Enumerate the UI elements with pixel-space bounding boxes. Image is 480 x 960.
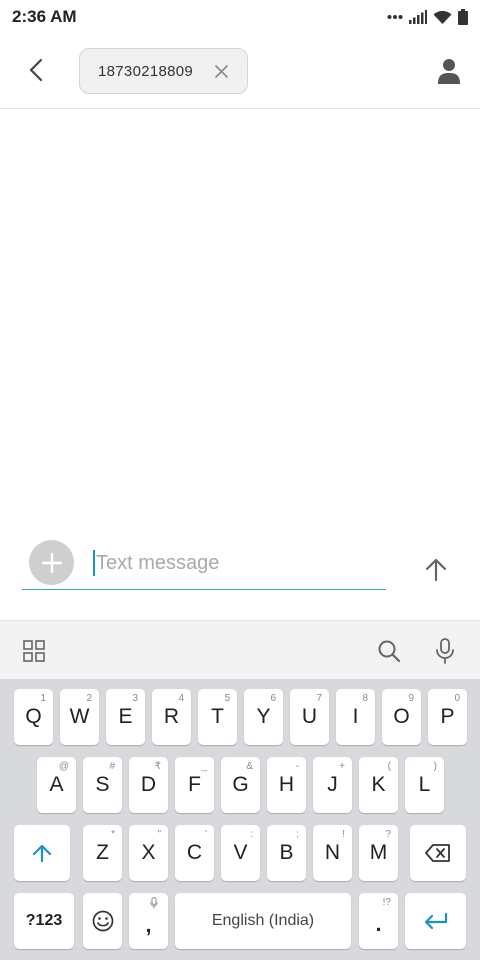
key-g[interactable]: G & bbox=[221, 757, 260, 813]
key-m[interactable]: M? bbox=[359, 825, 398, 881]
message-input-underline bbox=[22, 589, 386, 590]
more-dots-icon bbox=[387, 15, 403, 19]
plus-icon bbox=[41, 552, 62, 573]
key-u[interactable]: U7 bbox=[290, 689, 329, 745]
grid-icon bbox=[23, 640, 45, 662]
key-k[interactable]: K( bbox=[359, 757, 398, 813]
status-bar: 2:36 AM bbox=[0, 0, 480, 34]
keyboard-search-button[interactable] bbox=[375, 637, 403, 665]
add-contact-button[interactable] bbox=[434, 54, 464, 88]
comma-key[interactable]: , bbox=[129, 893, 168, 949]
status-icons bbox=[387, 8, 468, 26]
compose-bar: Text message bbox=[0, 530, 480, 620]
search-icon bbox=[378, 640, 401, 663]
key-n[interactable]: N! bbox=[313, 825, 352, 881]
key-y[interactable]: Y6 bbox=[244, 689, 283, 745]
emoji-key[interactable] bbox=[83, 893, 122, 949]
enter-key[interactable] bbox=[405, 893, 466, 949]
conversation-header: 18730218809 bbox=[0, 34, 480, 109]
key-w[interactable]: W2 bbox=[60, 689, 99, 745]
keyboard-toolbar bbox=[0, 620, 480, 679]
recipient-chip[interactable]: 18730218809 bbox=[79, 48, 248, 94]
key-e[interactable]: E3 bbox=[106, 689, 145, 745]
battery-icon bbox=[458, 9, 468, 25]
backspace-icon bbox=[425, 844, 450, 862]
send-arrow-icon bbox=[425, 558, 447, 582]
keyboard: Q1 W2 E3 R4 T5 Y6 U7 I8 O9 P0 A @ S # D ₹ F… bbox=[0, 679, 480, 960]
key-i[interactable]: I8 bbox=[336, 689, 375, 745]
period-key[interactable]: . !? bbox=[359, 893, 398, 949]
contact-icon bbox=[438, 59, 460, 84]
text-cursor bbox=[93, 550, 95, 576]
space-key[interactable]: English (India) bbox=[175, 893, 351, 949]
key-d[interactable]: D ₹ bbox=[129, 757, 168, 813]
status-time: 2:36 AM bbox=[12, 7, 77, 26]
shift-key[interactable] bbox=[14, 825, 70, 881]
key-s[interactable]: S # bbox=[83, 757, 122, 813]
back-button[interactable] bbox=[18, 52, 54, 88]
send-button[interactable] bbox=[421, 554, 451, 586]
emoji-icon bbox=[92, 910, 113, 932]
key-x[interactable]: X " bbox=[129, 825, 168, 881]
key-v[interactable]: V: bbox=[221, 825, 260, 881]
message-input[interactable]: Text message bbox=[93, 547, 383, 579]
back-arrow-icon bbox=[29, 58, 43, 82]
key-r[interactable]: R4 bbox=[152, 689, 191, 745]
key-o[interactable]: O9 bbox=[382, 689, 421, 745]
signal-icon bbox=[409, 10, 427, 24]
keyboard-menu-button[interactable] bbox=[20, 637, 48, 665]
enter-icon bbox=[424, 912, 447, 930]
key-p[interactable]: P0 bbox=[428, 689, 467, 745]
key-a[interactable]: A @ bbox=[37, 757, 76, 813]
shift-icon bbox=[32, 844, 52, 862]
key-h[interactable]: H- bbox=[267, 757, 306, 813]
close-icon bbox=[214, 64, 228, 78]
key-j[interactable]: J + bbox=[313, 757, 352, 813]
key-q[interactable]: Q1 bbox=[14, 689, 53, 745]
symbols-key[interactable]: ?123 bbox=[14, 893, 74, 949]
key-c[interactable]: C ' bbox=[175, 825, 214, 881]
attach-button[interactable] bbox=[29, 540, 74, 585]
remove-recipient-button[interactable] bbox=[212, 62, 230, 80]
messaging-screen: 2:36 AM 18730218809 Text message Q 1 W 2… bbox=[0, 0, 480, 960]
message-placeholder: Text message bbox=[96, 551, 220, 574]
mic-icon bbox=[436, 638, 454, 664]
key-b[interactable]: B; bbox=[267, 825, 306, 881]
recipient-number: 18730218809 bbox=[98, 62, 194, 80]
key-t[interactable]: T5 bbox=[198, 689, 237, 745]
mic-hint-icon bbox=[150, 897, 158, 909]
key-l[interactable]: L) bbox=[405, 757, 444, 813]
wifi-icon bbox=[433, 10, 452, 24]
key-f[interactable]: F _ bbox=[175, 757, 214, 813]
key-z[interactable]: Z * bbox=[83, 825, 122, 881]
backspace-key[interactable] bbox=[410, 825, 466, 881]
voice-input-button[interactable] bbox=[431, 637, 459, 665]
